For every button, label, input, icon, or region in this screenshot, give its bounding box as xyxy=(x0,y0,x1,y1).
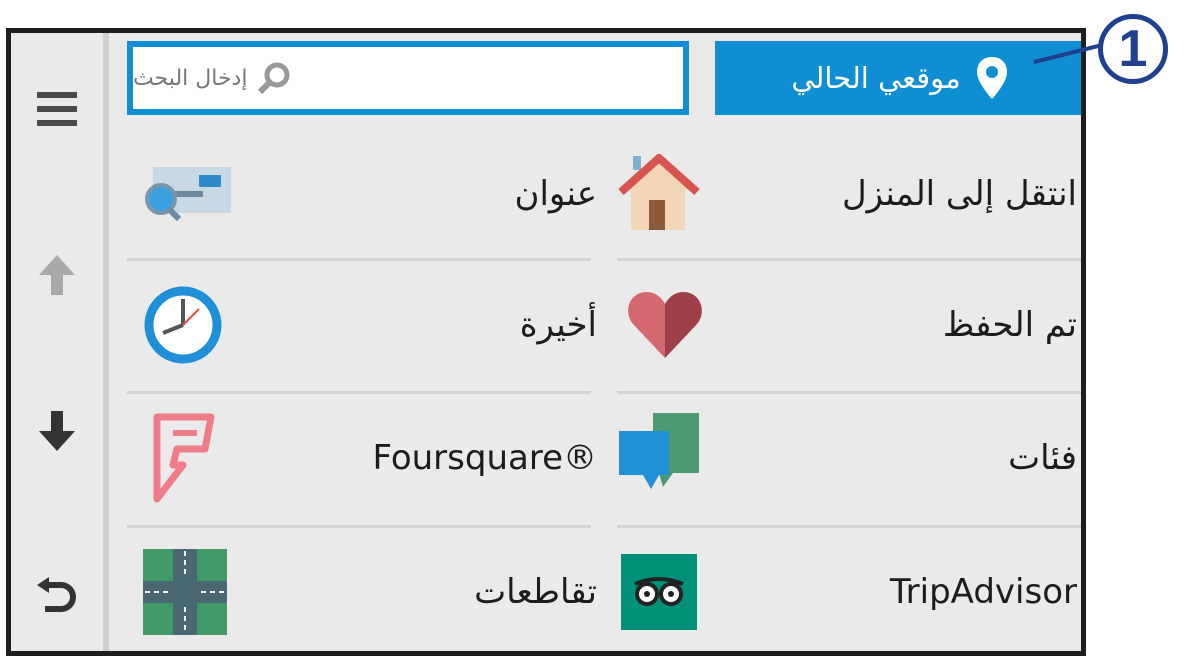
go-home-label: انتقل إلى المنزل xyxy=(841,174,1077,214)
recent-label: أخيرة xyxy=(519,305,597,345)
intersections-label: تقاطعات xyxy=(474,572,597,612)
search-icon xyxy=(258,62,290,95)
arrow-down-icon xyxy=(39,411,75,451)
scroll-down-button[interactable] xyxy=(21,399,93,463)
current-location-label: موقعي الحالي xyxy=(791,61,961,95)
menu-icon xyxy=(37,92,77,126)
top-bar: إدخال البحث موقعي الحالي xyxy=(109,33,1081,125)
house-icon xyxy=(618,154,700,230)
categories-label: فئات xyxy=(1008,438,1077,478)
location-pin-icon xyxy=(976,57,1007,99)
address-label: عنوان xyxy=(514,174,597,214)
search-bar[interactable]: إدخال البحث xyxy=(127,41,689,115)
scroll-up-button[interactable] xyxy=(21,243,93,307)
tripadvisor-icon xyxy=(621,554,697,630)
arrow-up-icon xyxy=(39,255,75,295)
foursquare-label: Foursquare® xyxy=(372,438,597,478)
heart-icon xyxy=(628,292,702,358)
address-item[interactable]: عنوان xyxy=(127,130,597,258)
go-home-item[interactable]: انتقل إلى المنزل xyxy=(599,130,1081,258)
back-button[interactable] xyxy=(21,559,93,623)
intersection-icon xyxy=(143,549,227,635)
foursquare-item[interactable]: Foursquare® xyxy=(127,394,597,522)
recent-item[interactable]: أخيرة xyxy=(127,261,597,389)
device-screen: إدخال البحث موقعي الحالي انتقل إلى المنز… xyxy=(6,28,1086,656)
clock-icon xyxy=(144,286,222,364)
sidebar xyxy=(11,33,103,651)
where-to-panel: إدخال البحث موقعي الحالي انتقل إلى المنز… xyxy=(109,33,1081,651)
saved-item[interactable]: تم الحفظ xyxy=(599,261,1081,389)
categories-icon xyxy=(619,413,699,489)
foursquare-icon xyxy=(153,413,215,503)
current-location-button[interactable]: موقعي الحالي xyxy=(715,41,1081,115)
intersections-item[interactable]: تقاطعات xyxy=(127,528,597,651)
categories-item[interactable]: فئات xyxy=(599,394,1081,522)
saved-label: تم الحفظ xyxy=(942,305,1077,345)
back-icon xyxy=(37,577,76,612)
menu-button[interactable] xyxy=(21,77,93,141)
address-search-icon xyxy=(145,167,231,222)
tripadvisor-label: TripAdvisor xyxy=(889,572,1077,612)
callout-number: 1 xyxy=(1098,14,1168,84)
search-placeholder: إدخال البحث xyxy=(133,65,248,91)
tripadvisor-item[interactable]: TripAdvisor xyxy=(599,528,1081,651)
